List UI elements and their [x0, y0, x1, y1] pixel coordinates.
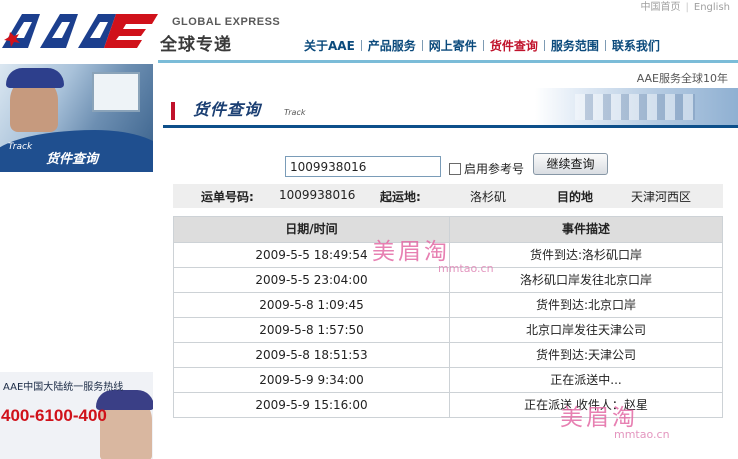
waybill-label: 运单号码:: [201, 190, 254, 204]
page-title: 货件查询: [193, 100, 262, 119]
tracking-events-table: 日期/时间 事件描述 2009-5-5 18:49:54 货件到达:洛杉矶口岸 …: [173, 216, 723, 418]
brand-chinese: 全球专递: [160, 35, 232, 55]
link-china-home[interactable]: 中国首页: [641, 2, 681, 13]
aae-logo[interactable]: [0, 8, 160, 52]
destination-value: 天津河西区: [631, 190, 692, 204]
event-description: 北京口岸发往天津公司: [525, 323, 646, 337]
header-datetime: 日期/时间: [174, 217, 450, 242]
banner-label-cn: 货件查询: [46, 152, 99, 167]
event-time: 2009-5-5 23:04:00: [174, 268, 450, 292]
event-description: 正在派送中...: [550, 373, 622, 387]
reference-option[interactable]: 启用参考号: [449, 160, 524, 177]
table-row: 2009-5-8 18:51:53 货件到达:天津公司: [174, 342, 722, 367]
table-row: 2009-5-8 1:09:45 货件到达:北京口岸: [174, 292, 722, 317]
main-nav: 关于AAE 产品服务 网上寄件 货件查询 服务范围 联系我们: [298, 37, 666, 54]
event-time: 2009-5-9 9:34:00: [174, 368, 450, 392]
title-underline: [163, 125, 738, 128]
hotline-number: 400-6100-400: [1, 406, 107, 425]
reference-label: 启用参考号: [464, 162, 525, 176]
nav-online-ship[interactable]: 网上寄件: [423, 37, 483, 54]
origin-label: 起运地:: [380, 190, 421, 204]
event-description: 货件到达:北京口岸: [535, 298, 637, 312]
table-row: 2009-5-5 18:49:54 货件到达:洛杉矶口岸: [174, 242, 722, 267]
nav-products[interactable]: 产品服务: [362, 37, 422, 54]
event-description: 洛杉矶口岸发往北京口岸: [519, 273, 652, 287]
reference-checkbox[interactable]: [449, 162, 461, 175]
event-time: 2009-5-5 18:49:54: [174, 243, 450, 267]
hotline-title: AAE中国大陆统一服务热线: [3, 382, 124, 393]
event-description: 货件到达:天津公司: [535, 348, 637, 362]
link-english[interactable]: English: [694, 2, 730, 13]
nav-about[interactable]: 关于AAE: [298, 37, 361, 54]
table-row: 2009-5-9 15:16:00 正在派送 收件人：赵星: [174, 392, 722, 417]
event-description: 正在派送 收件人：赵星: [524, 398, 648, 412]
nav-contact[interactable]: 联系我们: [606, 37, 666, 54]
hotline-panel: AAE中国大陆统一服务热线 400-6100-400: [0, 372, 153, 459]
event-time: 2009-5-8 18:51:53: [174, 343, 450, 367]
banner-cap: [6, 68, 64, 88]
top-links: 中国首页 | English: [641, 0, 730, 13]
nav-track[interactable]: 货件查询: [484, 37, 544, 54]
destination-label: 目的地: [557, 190, 594, 204]
event-time: 2009-5-8 1:57:50: [174, 318, 450, 342]
origin-value: 洛杉矶: [470, 190, 507, 204]
divider: |: [685, 2, 689, 13]
watermark-en: mmtao.cn: [614, 428, 670, 441]
brand-english: GLOBAL EXPRESS: [172, 16, 281, 28]
event-time: 2009-5-9 15:16:00: [174, 393, 450, 417]
page-subtitle: Track: [284, 108, 306, 117]
continue-search-button[interactable]: 继续查询: [533, 153, 608, 175]
nav-underline: [158, 60, 738, 63]
monitor-icon: [92, 72, 140, 112]
table-row: 2009-5-8 1:57:50 北京口岸发往天津公司: [174, 317, 722, 342]
tracking-number-input[interactable]: [285, 156, 441, 177]
table-header: 日期/时间 事件描述: [174, 217, 722, 242]
track-banner: Track 货件查询: [0, 64, 153, 172]
banner-label-en: Track: [8, 142, 33, 152]
site-header: GLOBAL EXPRESS 全球专递 中国首页 | English 关于AAE 产…: [0, 0, 738, 64]
page-title-bar: 货件查询 Track: [163, 88, 738, 130]
title-banner-image: [535, 88, 738, 125]
table-row: 2009-5-5 23:04:00 洛杉矶口岸发往北京口岸: [174, 267, 722, 292]
event-time: 2009-5-8 1:09:45: [174, 293, 450, 317]
title-marker: [171, 102, 175, 120]
nav-coverage[interactable]: 服务范围: [545, 37, 605, 54]
waybill-value: 1009938016: [279, 188, 356, 202]
shipment-info-row: 运单号码: 1009938016 起运地: 洛杉矶 目的地 天津河西区: [173, 184, 723, 208]
slogan: AAE服务全球10年: [636, 72, 728, 85]
table-row: 2009-5-9 9:34:00 正在派送中...: [174, 367, 722, 392]
header-description: 事件描述: [561, 222, 610, 236]
event-description: 货件到达:洛杉矶口岸: [529, 248, 643, 262]
